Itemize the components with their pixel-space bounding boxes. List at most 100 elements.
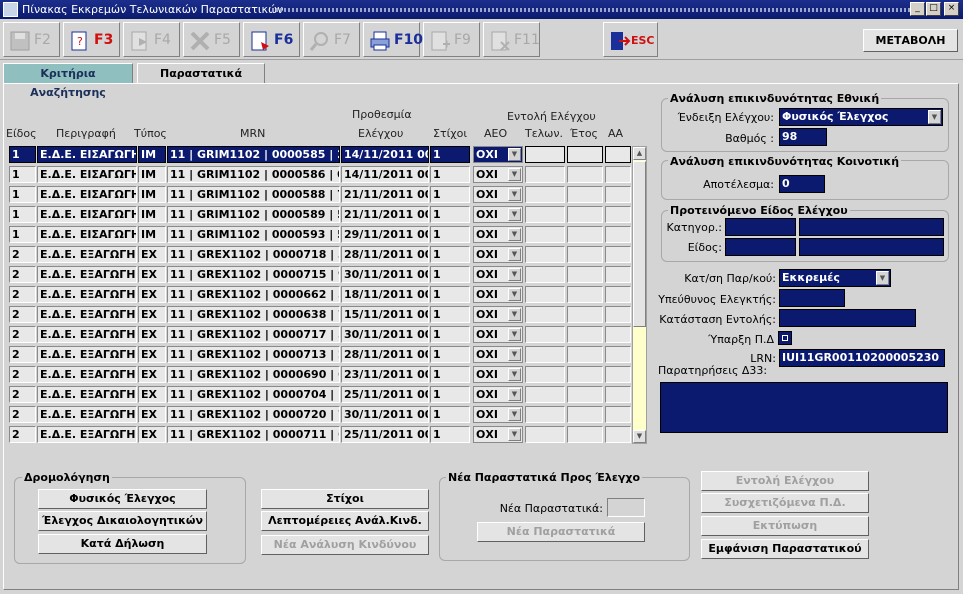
cell-etos[interactable] <box>567 206 603 223</box>
cell-etos[interactable] <box>567 226 603 243</box>
cell-typos[interactable]: EX <box>138 326 166 343</box>
cell-perigrafi[interactable]: Ε.Δ.Ε. ΕΞΑΓΩΓΗΣ <box>37 306 137 323</box>
endeixi-select[interactable]: Φυσικός Έλεγχος ▼ <box>779 108 943 126</box>
cell-perigrafi[interactable]: Ε.Δ.Ε. ΕΞΑΓΩΓΗΣ <box>37 346 137 363</box>
cell-etos[interactable] <box>567 426 603 443</box>
cell-eidos[interactable]: 1 <box>9 226 36 243</box>
cell-date[interactable]: 29/11/2011 00:0 <box>341 226 429 243</box>
cell-typos[interactable]: IM <box>138 206 166 223</box>
cell-telon[interactable] <box>525 346 565 363</box>
cell-typos[interactable]: EX <box>138 346 166 363</box>
nea-analysi-button[interactable]: Νέα Ανάλυση Κινδύνου <box>261 535 429 555</box>
cell-telon[interactable] <box>525 186 565 203</box>
chevron-down-icon[interactable]: ▼ <box>508 168 521 181</box>
cell-aa[interactable] <box>605 246 631 263</box>
cell-typos[interactable]: IM <box>138 186 166 203</box>
cell-date[interactable]: 25/11/2011 00:0 <box>341 386 429 403</box>
cell-aa[interactable] <box>605 326 631 343</box>
table-row[interactable]: 1 Ε.Δ.Ε. ΕΙΣΑΓΩΓΗΣ IM 11 | GRIM1102 | 00005… <box>0 146 640 163</box>
cell-typos[interactable]: IM <box>138 146 166 163</box>
cell-mrn[interactable]: 11 | GREX1102 | 0000704 | 1 <box>167 386 340 403</box>
cell-typos[interactable]: EX <box>138 246 166 263</box>
cell-etos[interactable] <box>567 166 603 183</box>
aeo-select[interactable]: ΟΧΙ ▼ <box>473 166 523 183</box>
cell-aa[interactable] <box>605 366 631 383</box>
cell-etos[interactable] <box>567 386 603 403</box>
cell-perigrafi[interactable]: Ε.Δ.Ε. ΕΙΣΑΓΩΓΗΣ <box>37 226 137 243</box>
f10-print-button[interactable]: F10 <box>363 22 423 57</box>
f11-remove-record-button[interactable]: F11 <box>483 22 540 57</box>
chevron-down-icon[interactable]: ▼ <box>508 268 521 281</box>
cell-mrn[interactable]: 11 | GRIM1102 | 0000593 | 5 <box>167 226 340 243</box>
cell-typos[interactable]: EX <box>138 386 166 403</box>
cell-aa[interactable] <box>605 406 631 423</box>
cell-stixoi[interactable]: 1 <box>430 166 470 183</box>
cell-eidos[interactable]: 2 <box>9 386 36 403</box>
kata-dilosi-button[interactable]: Κατά Δήλωση <box>38 534 207 554</box>
elegxos-dikaiologitikon-button[interactable]: Έλεγχος Δικαιολογητικών <box>38 511 207 531</box>
cell-eidos[interactable]: 2 <box>9 366 36 383</box>
chevron-down-icon[interactable]: ▼ <box>508 368 521 381</box>
lrn-field[interactable]: IUI11GR00110200005230 <box>779 349 945 367</box>
esc-exit-button[interactable]: ESC <box>603 22 658 57</box>
cell-perigrafi[interactable]: Ε.Δ.Ε. ΕΙΣΑΓΩΓΗΣ <box>37 206 137 223</box>
table-row[interactable]: 2 Ε.Δ.Ε. ΕΞΑΓΩΓΗΣ EX 11 | GREX1102 | 000072… <box>0 406 640 423</box>
new-docs-count-field[interactable] <box>607 498 645 517</box>
cell-aa[interactable] <box>605 186 631 203</box>
katastasi-par-select[interactable]: Εκκρεμές ▼ <box>779 269 891 287</box>
aeo-select[interactable]: ΟΧΙ ▼ <box>473 186 523 203</box>
table-row[interactable]: 2 Ε.Δ.Ε. ΕΞΑΓΩΓΗΣ EX 11 | GREX1102 | 000069… <box>0 366 640 383</box>
cell-telon[interactable] <box>525 366 565 383</box>
close-button[interactable]: × <box>944 2 959 16</box>
table-row[interactable]: 2 Ε.Δ.Ε. ΕΞΑΓΩΓΗΣ EX 11 | GREX1102 | 000071… <box>0 426 640 443</box>
chevron-down-icon[interactable]: ▼ <box>508 188 521 201</box>
table-row[interactable]: 2 Ε.Δ.Ε. ΕΞΑΓΩΓΗΣ EX 11 | GREX1102 | 000066… <box>0 286 640 303</box>
cell-stixoi[interactable]: 1 <box>430 386 470 403</box>
cell-mrn[interactable]: 11 | GREX1102 | 0000718 | 3 <box>167 246 340 263</box>
metavoli-button[interactable]: ΜΕΤΑΒΟΛΗ <box>863 29 958 52</box>
cell-perigrafi[interactable]: Ε.Δ.Ε. ΕΞΑΓΩΓΗΣ <box>37 366 137 383</box>
cell-date[interactable]: 15/11/2011 00:0 <box>341 306 429 323</box>
cell-stixoi[interactable]: 1 <box>430 186 470 203</box>
aeo-select[interactable]: ΟΧΙ ▼ <box>473 346 523 363</box>
cell-mrn[interactable]: 11 | GREX1102 | 0000717 | 5 <box>167 326 340 343</box>
scroll-up-arrow-icon[interactable]: ▲ <box>633 147 646 160</box>
cell-typos[interactable]: IM <box>138 226 166 243</box>
table-row[interactable]: 1 Ε.Δ.Ε. ΕΙΣΑΓΩΓΗΣ IM 11 | GRIM1102 | 00005… <box>0 166 640 183</box>
emfanisi-parastatikou-button[interactable]: Εμφάνιση Παραστατικού <box>701 539 869 559</box>
cell-telon[interactable] <box>525 226 565 243</box>
chevron-down-icon[interactable]: ▼ <box>508 228 521 241</box>
cell-telon[interactable] <box>525 326 565 343</box>
cell-stixoi[interactable]: 1 <box>430 146 470 163</box>
tab-documents[interactable]: Παραστατικά <box>137 63 265 83</box>
cell-eidos[interactable]: 2 <box>9 426 36 443</box>
cell-stixoi[interactable]: 1 <box>430 426 470 443</box>
chevron-down-icon[interactable]: ▼ <box>928 110 941 124</box>
aeo-select[interactable]: ΟΧΙ ▼ <box>473 206 523 223</box>
f9-add-record-button[interactable]: F9 <box>423 22 480 57</box>
cell-etos[interactable] <box>567 366 603 383</box>
cell-date[interactable]: 30/11/2011 00:0 <box>341 406 429 423</box>
cell-telon[interactable] <box>525 306 565 323</box>
aeo-select[interactable]: ΟΧΙ ▼ <box>473 286 523 303</box>
cell-date[interactable]: 23/11/2011 00:0 <box>341 366 429 383</box>
aeo-select[interactable]: ΟΧΙ ▼ <box>473 146 523 163</box>
cell-perigrafi[interactable]: Ε.Δ.Ε. ΕΞΑΓΩΓΗΣ <box>37 246 137 263</box>
cell-eidos[interactable]: 2 <box>9 286 36 303</box>
cell-telon[interactable] <box>525 146 565 163</box>
cell-eidos[interactable]: 2 <box>9 246 36 263</box>
table-row[interactable]: 2 Ε.Δ.Ε. ΕΞΑΓΩΓΗΣ EX 11 | GREX1102 | 000063… <box>0 306 640 323</box>
cell-date[interactable]: 21/11/2011 00:0 <box>341 206 429 223</box>
proposed-eidos-code-field[interactable] <box>725 238 796 256</box>
paratiriseis-textarea[interactable] <box>660 382 948 433</box>
chevron-down-icon[interactable]: ▼ <box>508 148 521 161</box>
cell-etos[interactable] <box>567 286 603 303</box>
table-row[interactable]: 1 Ε.Δ.Ε. ΕΙΣΑΓΩΓΗΣ IM 11 | GRIM1102 | 00005… <box>0 186 640 203</box>
cell-telon[interactable] <box>525 266 565 283</box>
cell-eidos[interactable]: 2 <box>9 406 36 423</box>
cell-aa[interactable] <box>605 426 631 443</box>
cell-mrn[interactable]: 11 | GRIM1102 | 0000588 | 7 <box>167 186 340 203</box>
table-row[interactable]: 2 Ε.Δ.Ε. ΕΞΑΓΩΓΗΣ EX 11 | GREX1102 | 000071… <box>0 246 640 263</box>
f4-execute-button[interactable]: F4 <box>123 22 180 57</box>
cell-aa[interactable] <box>605 166 631 183</box>
